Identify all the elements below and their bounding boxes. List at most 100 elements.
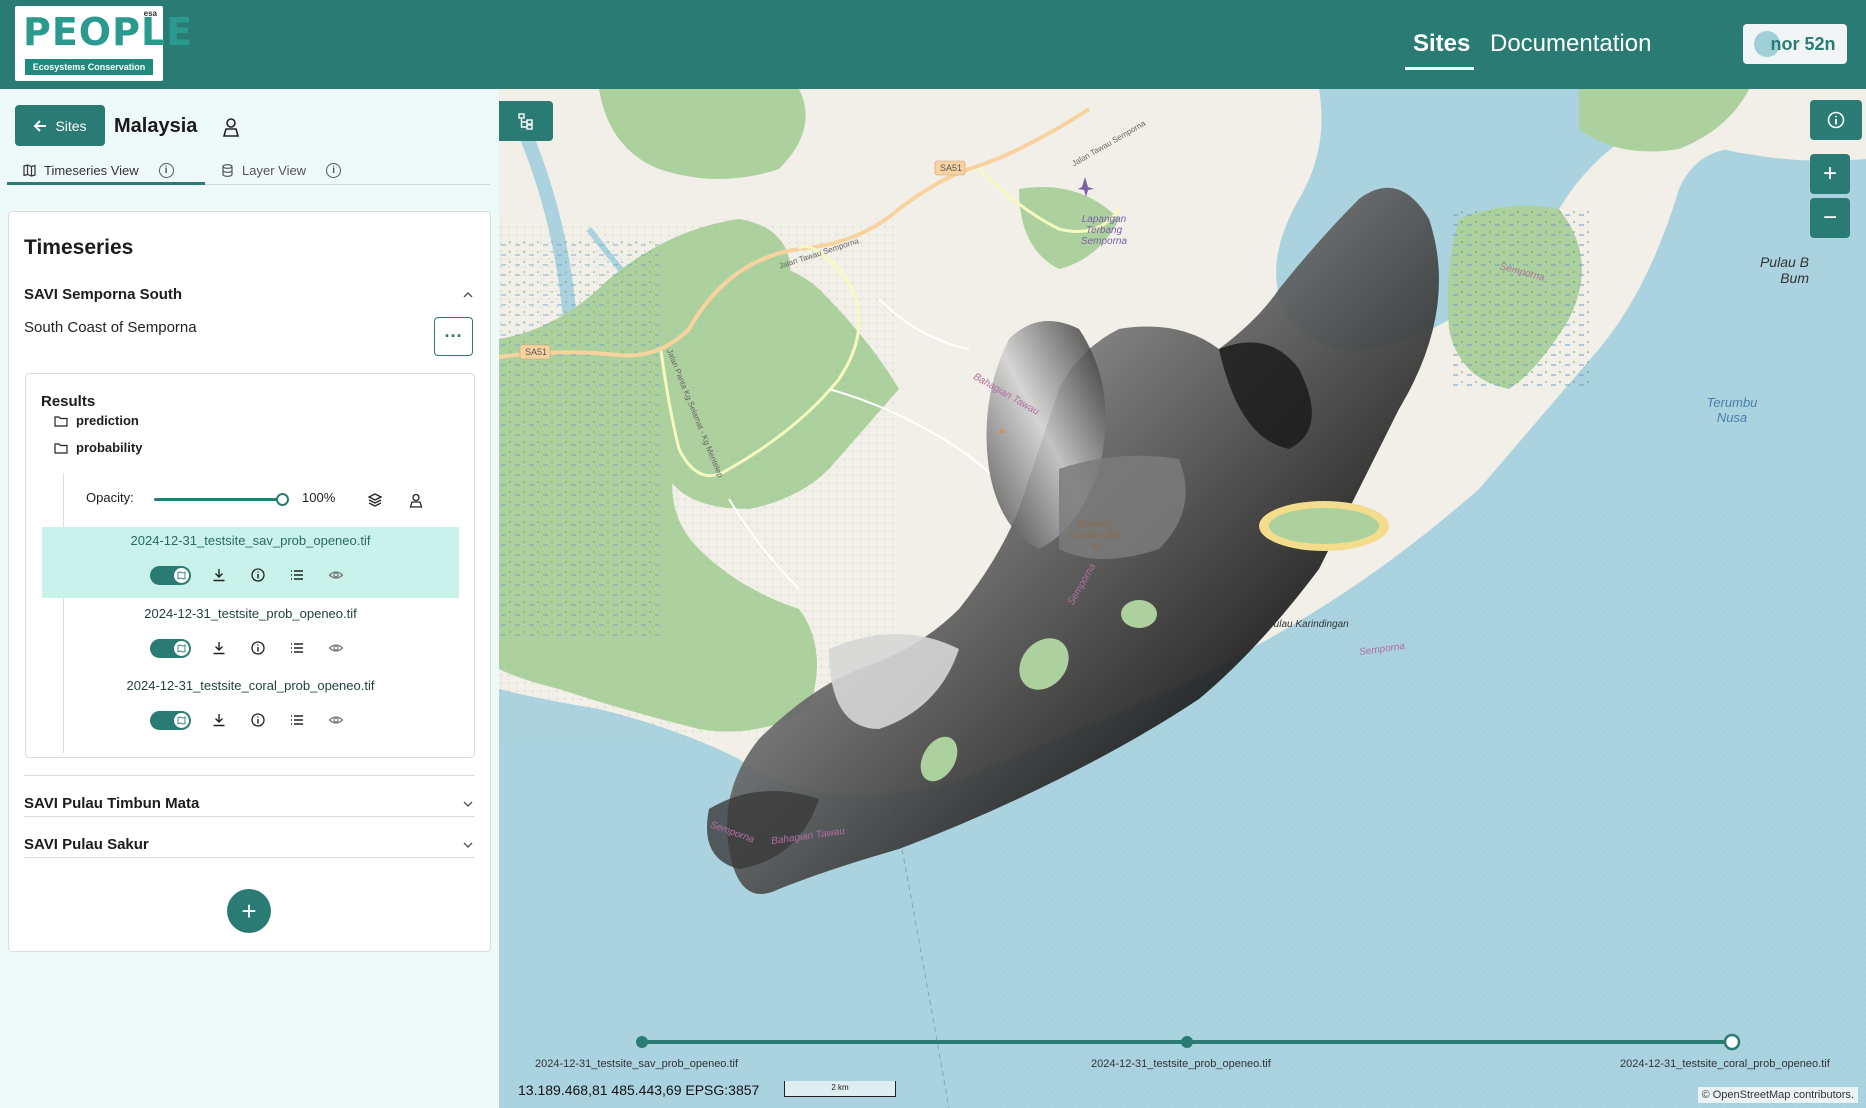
back-to-sites-button[interactable]: Sites xyxy=(15,105,105,146)
logo-subtitle: Ecosystems Conservation xyxy=(25,59,153,75)
folder-label: probability xyxy=(76,440,143,455)
coordinate-readout: 13.189.468,81 485.443,69 EPSG:3857 xyxy=(518,1082,760,1098)
arrow-left-icon xyxy=(34,119,47,132)
eye-icon[interactable] xyxy=(328,640,344,656)
map-icon xyxy=(174,713,189,728)
map-view[interactable]: SA51 SA51 Jalan Tawau Semporna Jalan Taw… xyxy=(499,89,1866,1108)
download-icon[interactable] xyxy=(211,640,227,656)
info-circle-icon[interactable] xyxy=(250,640,266,656)
layer-visibility-toggle[interactable] xyxy=(150,639,191,658)
timeseries-title[interactable]: SAVI Pulau Timbun Mata xyxy=(24,795,199,812)
more-options-button[interactable]: ··· xyxy=(434,317,473,356)
add-timeseries-button[interactable]: + xyxy=(227,889,271,933)
list-icon[interactable] xyxy=(289,567,305,583)
opacity-slider-thumb[interactable] xyxy=(276,493,289,506)
peak-label: Gunung Conner 368 m xyxy=(1068,519,1122,552)
opacity-label: Opacity: xyxy=(86,490,134,505)
info-icon[interactable]: i xyxy=(326,162,342,178)
road-label: SA51 xyxy=(525,347,548,357)
layer-name: 2024-12-31_testsite_sav_prob_openeo.tif xyxy=(130,533,371,548)
road-label: SA51 xyxy=(940,163,963,173)
timeline-label[interactable]: 2024-12-31_testsite_coral_prob_openeo.ti… xyxy=(1620,1058,1830,1070)
eye-icon[interactable] xyxy=(328,567,344,583)
nav-active-indicator xyxy=(1405,67,1474,70)
layer-visibility-toggle[interactable] xyxy=(150,711,191,730)
opacity-slider-track[interactable] xyxy=(154,498,284,501)
nav-documentation[interactable]: Documentation xyxy=(1490,30,1651,58)
layer-row[interactable]: 2024-12-31_testsite_prob_openeo.tif xyxy=(42,600,459,671)
timeline-point[interactable] xyxy=(636,1036,648,1048)
timeseries-title[interactable]: SAVI Semporna South xyxy=(24,286,182,303)
zoom-out-button[interactable]: − xyxy=(1810,198,1850,238)
layers-icon[interactable] xyxy=(367,492,383,508)
info-circle-icon[interactable] xyxy=(250,712,266,728)
app-header: PEOPLE esa Ecosystems Conservation Sites… xyxy=(0,0,1866,89)
tab-timeseries-view[interactable]: Timeseries View i xyxy=(23,155,174,185)
airport-label: Lapangan Terbang Semporna xyxy=(1080,214,1128,247)
timeline-point[interactable] xyxy=(1181,1036,1193,1048)
back-button-label: Sites xyxy=(55,117,87,134)
results-box: Results prediction probability Opacity: … xyxy=(25,373,475,758)
folder-prediction[interactable]: prediction xyxy=(54,413,139,428)
timeseries-panel: Timeseries SAVI Semporna South South Coa… xyxy=(8,211,491,952)
info-icon[interactable]: i xyxy=(158,162,174,178)
layer-row[interactable]: 2024-12-31_testsite_sav_prob_openeo.tif xyxy=(42,527,459,598)
user-label: nor 52n xyxy=(1770,33,1836,54)
timeseries-description: South Coast of Semporna xyxy=(24,319,197,336)
layer-visibility-toggle[interactable] xyxy=(150,566,191,585)
layer-tree-button[interactable] xyxy=(499,101,553,141)
nav-sites[interactable]: Sites xyxy=(1413,30,1470,58)
islet xyxy=(1121,600,1157,628)
reef-label: Terumbu Nusa xyxy=(1706,395,1758,425)
chevron-up-icon[interactable] xyxy=(462,289,474,301)
layer-name: 2024-12-31_testsite_prob_openeo.tif xyxy=(144,606,357,621)
island-label: Pulau Karindingan xyxy=(1267,619,1349,630)
tab-active-indicator xyxy=(7,182,205,185)
map-attribution[interactable]: © OpenStreetMap contributors. xyxy=(1697,1087,1858,1103)
people-logo[interactable]: PEOPLE esa Ecosystems Conservation xyxy=(15,6,192,81)
info-circle-icon[interactable] xyxy=(250,567,266,583)
folder-icon xyxy=(54,442,68,454)
layer-tree-icon xyxy=(518,113,533,130)
info-circle-icon xyxy=(1827,111,1845,129)
list-icon[interactable] xyxy=(289,712,305,728)
location-user-icon[interactable] xyxy=(221,116,241,138)
user-menu-button[interactable]: nor 52n xyxy=(1743,24,1847,64)
logo-wordmark: PEOPLE xyxy=(23,10,194,54)
scale-label: 2 km xyxy=(831,1083,849,1092)
folder-probability[interactable]: probability xyxy=(54,440,142,455)
map-icon xyxy=(174,568,189,583)
divider xyxy=(24,775,475,776)
island-label: Pulau B Bum xyxy=(1759,254,1809,286)
zoom-in-button[interactable]: + xyxy=(1810,154,1850,194)
map-info-button[interactable] xyxy=(1810,100,1862,140)
eye-icon[interactable] xyxy=(328,712,344,728)
timeline-label[interactable]: 2024-12-31_testsite_sav_prob_openeo.tif xyxy=(535,1058,738,1070)
timeline-point-current[interactable] xyxy=(1723,1033,1741,1051)
chevron-down-icon[interactable] xyxy=(462,798,474,810)
panel-title: Timeseries xyxy=(24,236,134,259)
folder-icon xyxy=(54,415,68,427)
tab-timeseries-label: Timeseries View xyxy=(44,162,139,178)
divider xyxy=(24,816,475,817)
download-icon[interactable] xyxy=(211,712,227,728)
list-icon[interactable] xyxy=(289,640,305,656)
timeseries-title[interactable]: SAVI Pulau Sakur xyxy=(24,836,149,853)
timeline-label[interactable]: 2024-12-31_testsite_prob_openeo.tif xyxy=(1091,1058,1271,1070)
chevron-down-icon[interactable] xyxy=(462,839,474,851)
location-user-icon[interactable] xyxy=(408,492,424,508)
layer-row[interactable]: 2024-12-31_testsite_coral_prob_openeo.ti… xyxy=(42,672,459,743)
tab-layer-label: Layer View xyxy=(242,162,307,178)
tab-layer-view[interactable]: Layer View i xyxy=(221,155,342,185)
swamp-pattern xyxy=(1449,209,1589,389)
results-title: Results xyxy=(41,393,96,410)
download-icon[interactable] xyxy=(211,567,227,583)
pulau-karindingan-forest xyxy=(1269,508,1379,544)
map-icon xyxy=(23,163,36,177)
layer-name: 2024-12-31_testsite_coral_prob_openeo.ti… xyxy=(126,678,375,693)
view-tabs: Timeseries View i Layer View i xyxy=(7,155,490,185)
swamp-pattern xyxy=(499,239,659,639)
divider xyxy=(24,857,475,858)
map-canvas[interactable] xyxy=(499,89,1866,1108)
country-title: Malaysia xyxy=(114,115,198,137)
